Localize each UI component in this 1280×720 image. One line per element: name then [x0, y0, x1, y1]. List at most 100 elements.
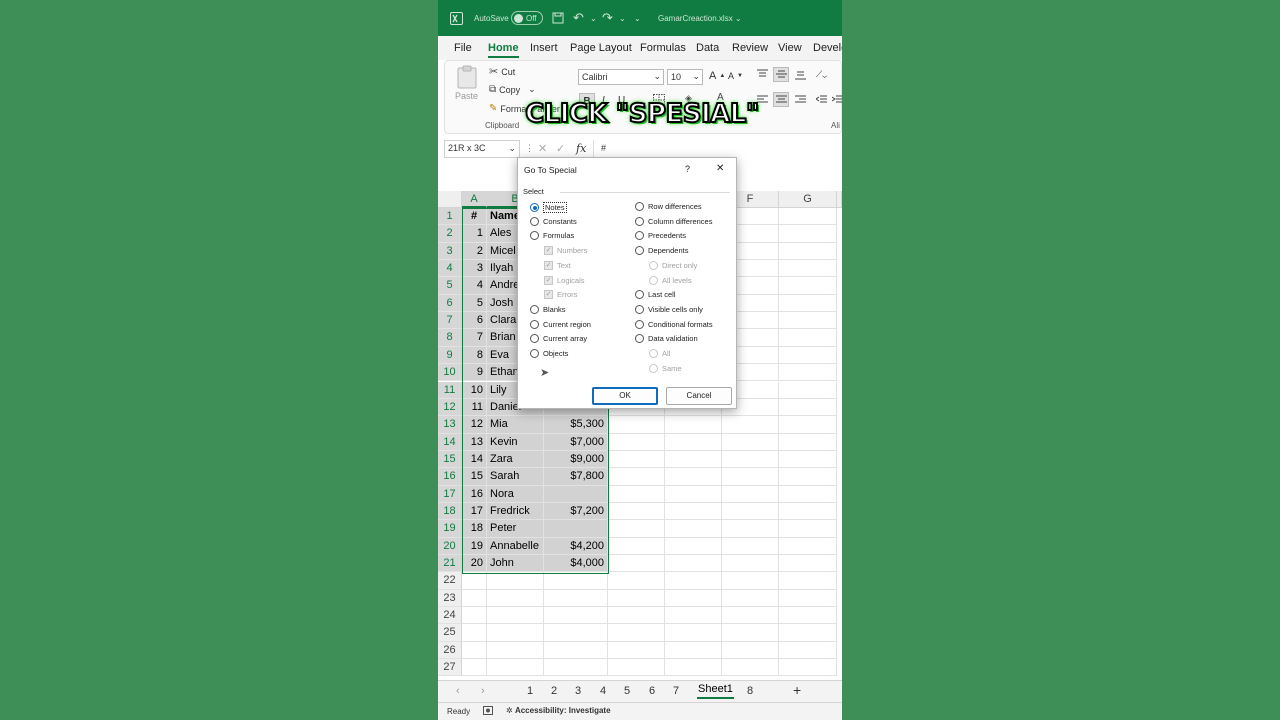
sheet-tab-1[interactable]: 1 [527, 685, 533, 697]
cell-g[interactable] [779, 468, 837, 486]
row-header[interactable]: 3 [438, 242, 462, 261]
cell-a[interactable] [462, 589, 487, 608]
cell-g[interactable] [779, 208, 837, 226]
cell-c[interactable]: $4,000 [544, 555, 608, 573]
cell-b[interactable]: Peter [487, 520, 544, 538]
row-header[interactable]: 19 [438, 520, 462, 538]
cell-g[interactable] [779, 294, 837, 313]
cell-c[interactable] [544, 572, 608, 590]
confirm-entry-icon[interactable]: ✓ [556, 142, 565, 155]
cell-c[interactable] [544, 641, 608, 660]
cell-g[interactable] [779, 555, 837, 573]
cancel-button[interactable]: Cancel [666, 387, 732, 405]
customize-toolbar-icon[interactable]: ⌄ [634, 11, 641, 25]
cell-c[interactable] [544, 659, 608, 677]
cell-d[interactable] [608, 641, 665, 660]
cell-d[interactable] [608, 624, 665, 642]
row-header[interactable]: 23 [438, 589, 462, 608]
cell-a[interactable]: 15 [462, 468, 487, 486]
sheet-tab-4[interactable]: 4 [600, 685, 606, 697]
tab-home[interactable]: Home [488, 42, 519, 58]
cell-g[interactable] [779, 659, 837, 677]
cell-f[interactable] [722, 589, 779, 608]
row-header[interactable]: 27 [438, 659, 462, 677]
autosave-toggle[interactable]: Off [511, 11, 543, 25]
grow-font-button[interactable]: A ▲ [709, 70, 725, 82]
row-header[interactable]: 22 [438, 572, 462, 590]
cell-g[interactable] [779, 520, 837, 538]
cell-a[interactable]: 18 [462, 520, 487, 538]
insert-function-icon[interactable]: fx [576, 142, 586, 155]
cell-c[interactable] [544, 520, 608, 538]
cell-a[interactable]: 17 [462, 502, 487, 521]
cancel-entry-icon[interactable]: ✕ [538, 142, 547, 155]
option-objects[interactable]: Objects [530, 349, 568, 358]
option-current-region[interactable]: Current region [530, 319, 591, 329]
cell-a[interactable]: 20 [462, 555, 487, 573]
align-top-icon[interactable] [757, 69, 768, 78]
row-header[interactable]: 5 [438, 277, 462, 295]
cell-d[interactable] [608, 555, 665, 573]
cell-a[interactable] [462, 607, 487, 625]
cell-f[interactable] [722, 468, 779, 486]
cell-b[interactable] [487, 624, 544, 642]
cell-b[interactable]: Zara [487, 450, 544, 469]
cell-a[interactable]: 4 [462, 277, 487, 295]
scroll-tabs-right-icon[interactable]: › [481, 685, 485, 697]
scroll-tabs-left-icon[interactable]: ‹ [456, 685, 460, 697]
option-last-cell[interactable]: Last cell [635, 290, 676, 300]
cell-d[interactable] [608, 433, 665, 451]
cell-f[interactable] [722, 520, 779, 538]
option-row-differences[interactable]: Row differences [635, 202, 702, 211]
cell-a[interactable] [462, 659, 487, 677]
cell-c[interactable]: $7,800 [544, 468, 608, 486]
cell-g[interactable] [779, 260, 837, 278]
filename[interactable]: GamarCreaction.xlsx ⌄ [658, 11, 742, 25]
undo-dropdown-icon[interactable]: ⌄ [590, 11, 597, 25]
cell-a[interactable]: 3 [462, 260, 487, 278]
cell-a[interactable]: 1 [462, 225, 487, 243]
shrink-font-button[interactable]: A ▼ [728, 71, 743, 81]
cell-e[interactable] [665, 555, 722, 573]
col-header-a[interactable]: A [462, 191, 487, 208]
cell-b[interactable]: Kevin [487, 433, 544, 451]
cell-b[interactable]: John [487, 555, 544, 573]
align-middle-icon[interactable] [773, 67, 789, 82]
close-button[interactable]: ✕ [716, 163, 724, 174]
row-header[interactable]: 7 [438, 312, 462, 330]
help-button[interactable]: ? [685, 164, 690, 174]
cell-b[interactable] [487, 589, 544, 608]
row-header[interactable]: 13 [438, 416, 462, 434]
option-current-array[interactable]: Current array [530, 334, 587, 344]
cell-e[interactable] [665, 572, 722, 590]
decrease-indent-icon[interactable] [816, 95, 827, 104]
sheet-tab-5[interactable]: 5 [624, 685, 630, 697]
row-header[interactable]: 1 [438, 208, 462, 226]
sheet-tab-3[interactable]: 3 [575, 685, 581, 697]
cell-g[interactable] [779, 485, 837, 503]
cell-e[interactable] [665, 468, 722, 486]
cell-f[interactable] [722, 607, 779, 625]
row-header[interactable]: 11 [438, 381, 462, 399]
select-all-corner[interactable] [438, 191, 462, 208]
cell-a[interactable]: 2 [462, 242, 487, 261]
cell-c[interactable] [544, 485, 608, 503]
redo-dropdown-icon[interactable]: ⌄ [619, 11, 626, 25]
cell-f[interactable] [722, 641, 779, 660]
tab-insert[interactable]: Insert [530, 42, 558, 54]
cell-e[interactable] [665, 502, 722, 521]
cell-c[interactable] [544, 589, 608, 608]
cell-f[interactable] [722, 624, 779, 642]
cell-g[interactable] [779, 242, 837, 261]
cell-g[interactable] [779, 502, 837, 521]
tab-developer[interactable]: Develo [813, 42, 842, 54]
cell-b[interactable]: Mia [487, 416, 544, 434]
cell-e[interactable] [665, 485, 722, 503]
align-center-icon[interactable] [773, 92, 789, 107]
sheet-tab-6[interactable]: 6 [649, 685, 655, 697]
row-header[interactable]: 26 [438, 641, 462, 660]
cell-e[interactable] [665, 416, 722, 434]
cell-g[interactable] [779, 364, 837, 382]
align-bottom-icon[interactable] [795, 71, 806, 80]
cell-a[interactable]: 7 [462, 329, 487, 347]
